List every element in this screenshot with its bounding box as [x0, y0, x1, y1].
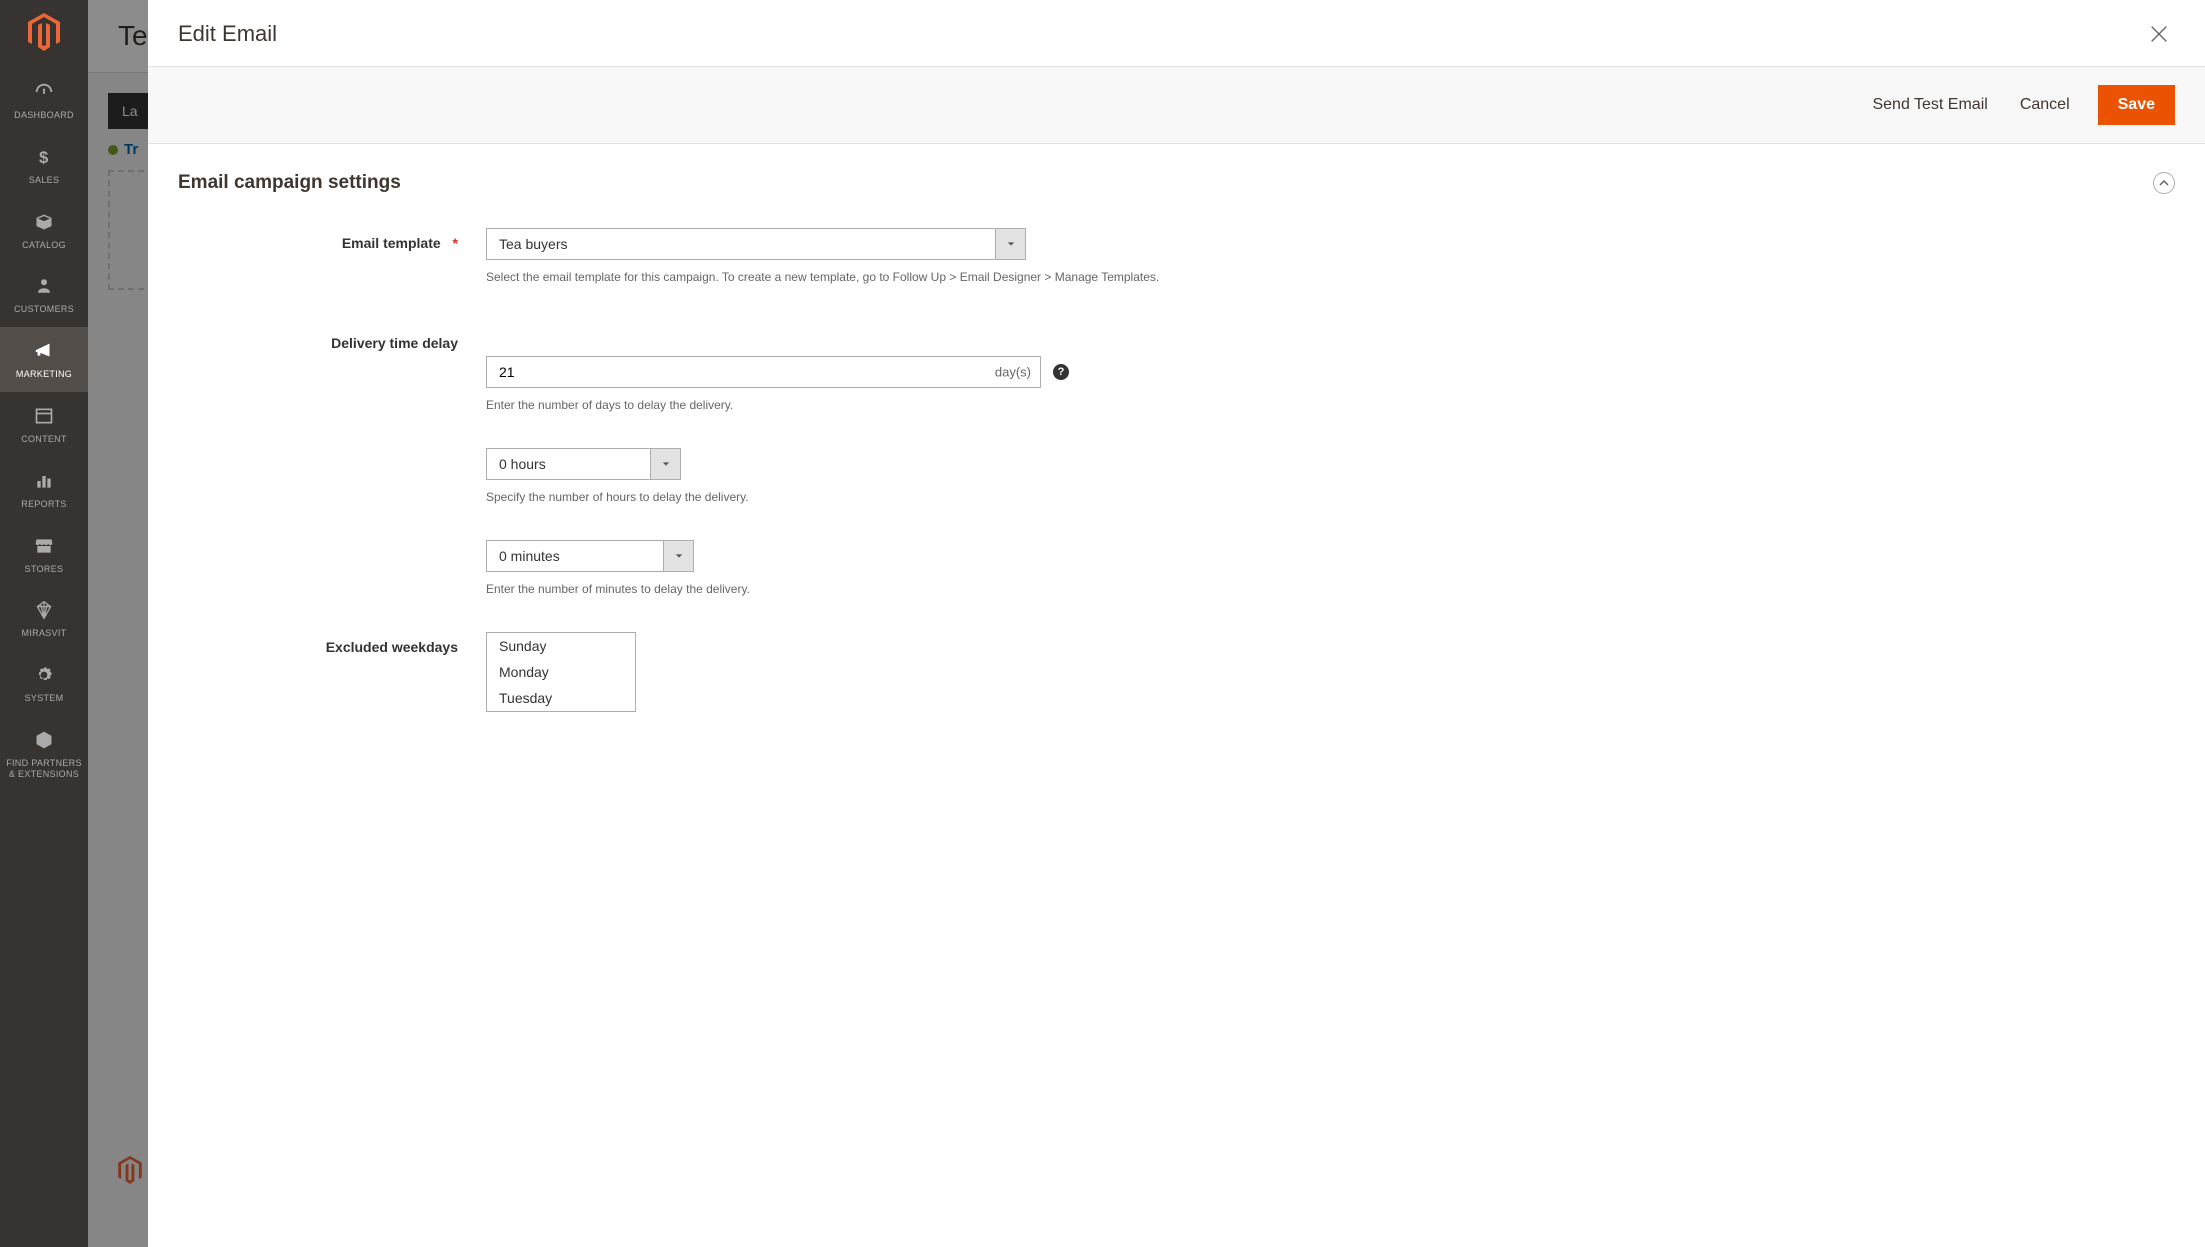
- person-icon: [32, 274, 56, 298]
- required-mark: *: [453, 235, 458, 251]
- delivery-delay-days-row: Delivery time delay day(s) ? Enter the n…: [178, 328, 2175, 414]
- section-title: Email campaign settings: [178, 172, 401, 194]
- sidebar-item-label: FIND PARTNERS & EXTENSIONS: [4, 758, 84, 780]
- help-icon[interactable]: ?: [1053, 364, 1069, 380]
- chevron-up-icon: [2159, 178, 2169, 188]
- sidebar-item-label: SALES: [29, 175, 60, 186]
- select-value: 0 minutes: [486, 540, 664, 572]
- sidebar-item-label: CATALOG: [22, 240, 66, 251]
- hours-help: Specify the number of hours to delay the…: [486, 488, 1206, 506]
- weekday-option[interactable]: Sunday: [487, 633, 635, 659]
- minutes-select[interactable]: 0 minutes: [486, 540, 694, 572]
- store-icon: [32, 534, 56, 558]
- excluded-weekdays-label: Excluded weekdays: [178, 632, 486, 712]
- close-button[interactable]: [2143, 18, 2175, 50]
- section-header: Email campaign settings: [178, 172, 2175, 194]
- minutes-col: 0 minutes Enter the number of minutes to…: [486, 540, 1206, 598]
- chevron-down-icon: [662, 460, 670, 468]
- delivery-days-col: day(s) ? Enter the number of days to del…: [486, 328, 1206, 414]
- sidebar-item-label: MIRASVIT: [22, 628, 67, 639]
- email-template-row: Email template * Tea buyers Select the e…: [178, 228, 2175, 286]
- select-arrow: [996, 228, 1026, 260]
- excluded-weekdays-row: Excluded weekdays Sunday Monday Tuesday: [178, 632, 2175, 712]
- diamond-icon: [32, 598, 56, 622]
- empty-label: [178, 448, 486, 506]
- days-input-wrapper: day(s): [486, 356, 1041, 388]
- collapse-section-button[interactable]: [2153, 172, 2175, 194]
- magento-logo[interactable]: [24, 12, 64, 52]
- modal-action-bar: Send Test Email Cancel Save: [148, 67, 2205, 144]
- gear-icon: [32, 663, 56, 687]
- email-template-help: Select the email template for this campa…: [486, 268, 1206, 286]
- modal-overlay: Edit Email Send Test Email Cancel Save E…: [88, 0, 2205, 1247]
- dollar-icon: $: [32, 145, 56, 169]
- select-value: 0 hours: [486, 448, 651, 480]
- save-button[interactable]: Save: [2098, 85, 2175, 125]
- close-icon: [2148, 23, 2170, 45]
- sidebar-item-system[interactable]: SYSTEM: [0, 651, 88, 716]
- excluded-weekdays-col: Sunday Monday Tuesday: [486, 632, 1206, 712]
- email-template-label: Email template *: [178, 228, 486, 286]
- select-arrow: [664, 540, 694, 572]
- days-suffix: day(s): [995, 365, 1031, 380]
- empty-label: [178, 540, 486, 598]
- modal-header: Edit Email: [148, 0, 2205, 67]
- modal-title: Edit Email: [178, 21, 277, 47]
- excluded-weekdays-select[interactable]: Sunday Monday Tuesday: [486, 632, 636, 712]
- hours-select[interactable]: 0 hours: [486, 448, 681, 480]
- sidebar-item-label: STORES: [25, 564, 64, 575]
- chevron-down-icon: [1007, 240, 1015, 248]
- bars-icon: [32, 469, 56, 493]
- sidebar-item-label: REPORTS: [21, 499, 66, 510]
- weekday-option[interactable]: Tuesday: [487, 685, 635, 711]
- sidebar-item-label: CONTENT: [21, 434, 67, 445]
- sidebar-item-label: MARKETING: [16, 369, 72, 380]
- email-template-input-col: Tea buyers Select the email template for…: [486, 228, 1206, 286]
- page-backdrop: Tea La Tr Edit Email: [88, 0, 2205, 1247]
- puzzle-icon: [32, 728, 56, 752]
- days-help: Enter the number of days to delay the de…: [486, 396, 1206, 414]
- cancel-button[interactable]: Cancel: [2016, 88, 2074, 122]
- sidebar-item-stores[interactable]: STORES: [0, 522, 88, 587]
- delivery-delay-label: Delivery time delay: [178, 328, 486, 414]
- megaphone-icon: [32, 339, 56, 363]
- sidebar-item-catalog[interactable]: CATALOG: [0, 198, 88, 263]
- sidebar-item-customers[interactable]: CUSTOMERS: [0, 262, 88, 327]
- sidebar-item-label: DASHBOARD: [14, 110, 74, 121]
- layout-icon: [32, 404, 56, 428]
- send-test-email-button[interactable]: Send Test Email: [1868, 88, 1991, 122]
- chevron-down-icon: [675, 552, 683, 560]
- edit-email-modal: Edit Email Send Test Email Cancel Save E…: [148, 0, 2205, 1247]
- svg-text:$: $: [39, 148, 49, 167]
- sidebar-item-marketing[interactable]: MARKETING: [0, 327, 88, 392]
- hours-col: 0 hours Specify the number of hours to d…: [486, 448, 1206, 506]
- days-input[interactable]: [486, 356, 1041, 388]
- sidebar-item-sales[interactable]: $ SALES: [0, 133, 88, 198]
- label-text: Email template: [342, 235, 441, 251]
- box-icon: [32, 210, 56, 234]
- select-arrow: [651, 448, 681, 480]
- dashboard-icon: [32, 80, 56, 104]
- modal-body: Email campaign settings Email template *: [148, 144, 2205, 794]
- sidebar-item-mirasvit[interactable]: MIRASVIT: [0, 586, 88, 651]
- sidebar-item-label: CUSTOMERS: [14, 304, 74, 315]
- select-value: Tea buyers: [486, 228, 996, 260]
- email-template-select[interactable]: Tea buyers: [486, 228, 1026, 260]
- sidebar-item-reports[interactable]: REPORTS: [0, 457, 88, 522]
- weekday-option[interactable]: Monday: [487, 659, 635, 685]
- sidebar-item-dashboard[interactable]: DASHBOARD: [0, 68, 88, 133]
- delivery-delay-minutes-row: 0 minutes Enter the number of minutes to…: [178, 540, 2175, 598]
- sidebar-item-label: SYSTEM: [25, 693, 64, 704]
- admin-sidebar: DASHBOARD $ SALES CATALOG CUSTOMERS MARK…: [0, 0, 88, 1247]
- delivery-delay-hours-row: 0 hours Specify the number of hours to d…: [178, 448, 2175, 506]
- days-input-group: day(s) ?: [486, 356, 1206, 388]
- sidebar-item-content[interactable]: CONTENT: [0, 392, 88, 457]
- sidebar-item-partners[interactable]: FIND PARTNERS & EXTENSIONS: [0, 716, 88, 792]
- minutes-help: Enter the number of minutes to delay the…: [486, 580, 1206, 598]
